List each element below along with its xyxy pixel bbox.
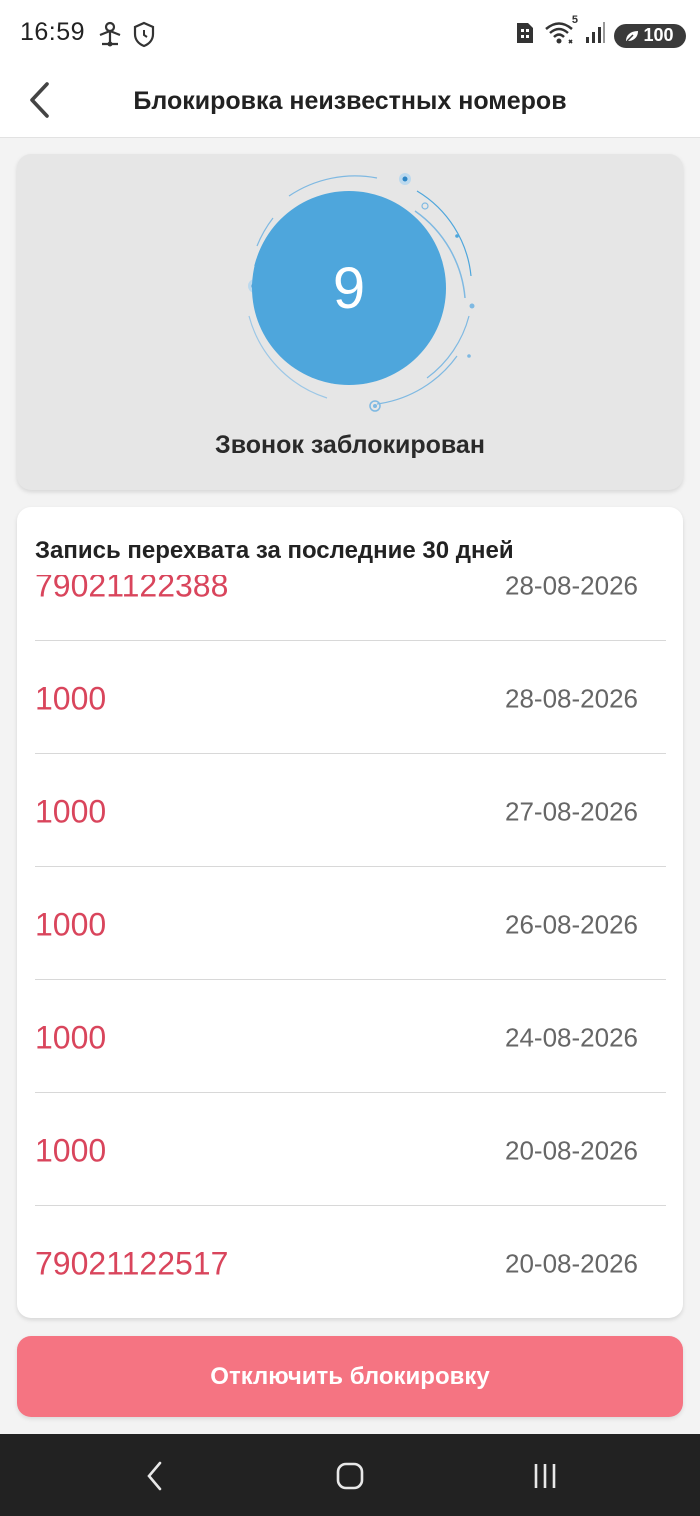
blocked-date: 24-08-2026 [505, 1022, 638, 1053]
blocked-count: 9 [332, 255, 366, 321]
blocked-number: 79021122517 [35, 1245, 229, 1282]
blocked-number: 1000 [35, 793, 107, 830]
signal-icon [584, 21, 606, 50]
disable-blocking-button[interactable]: Отключить блокировку [17, 1336, 683, 1417]
page-title: Блокировка неизвестных номеров [133, 87, 567, 115]
log-row[interactable]: 1000 26-08-2026 [35, 867, 666, 980]
blocked-number: 1000 [35, 1019, 107, 1056]
blocked-number: 1000 [35, 906, 107, 943]
blocked-date: 28-08-2026 [505, 575, 638, 601]
status-icons-left [96, 20, 156, 53]
blocked-counter-card: 9 Звонок заблокирован [17, 154, 683, 490]
blocked-date: 20-08-2026 [505, 1135, 638, 1166]
wifi-icon: 5 [544, 14, 578, 51]
recents-nav-icon[interactable] [521, 1456, 569, 1496]
sim-icon [514, 20, 536, 51]
shield-icon [132, 20, 156, 53]
log-row[interactable]: 1000 24-08-2026 [35, 980, 666, 1093]
system-nav-bar [0, 1434, 700, 1516]
blocked-number: 79021122388 [35, 575, 229, 604]
status-time: 16:59 [20, 18, 86, 46]
log-row[interactable]: 1000 27-08-2026 [35, 754, 666, 867]
battery-level: 100 [643, 25, 674, 45]
log-row[interactable]: 1000 20-08-2026 [35, 1093, 666, 1206]
log-row[interactable]: 79021122517 20-08-2026 [35, 1206, 666, 1318]
blocked-date: 20-08-2026 [505, 1248, 638, 1279]
network-share-icon [96, 20, 124, 53]
log-row[interactable]: 1000 28-08-2026 [35, 641, 666, 754]
log-row[interactable]: 79021122388 28-08-2026 [35, 575, 666, 641]
log-list[interactable]: 79021122388 28-08-2026 1000 28-08-2026 1… [17, 575, 683, 1318]
blocked-date: 28-08-2026 [505, 683, 638, 714]
home-nav-icon[interactable] [326, 1456, 374, 1496]
blocked-number: 1000 [35, 1132, 107, 1169]
blocked-status-label: Звонок заблокирован [215, 431, 485, 459]
blocked-date: 27-08-2026 [505, 796, 638, 827]
back-nav-icon[interactable] [131, 1456, 179, 1496]
status-bar: 16:59 5 100 [0, 0, 700, 70]
blocked-number: 1000 [35, 680, 107, 717]
status-icons-right: 5 100 [514, 14, 686, 51]
intercept-log-card: Запись перехвата за последние 30 дней 79… [17, 507, 683, 1318]
battery-icon: 100 [614, 23, 686, 48]
app-header: Блокировка неизвестных номеров [0, 70, 700, 138]
wifi-band-label: 5 [571, 14, 578, 26]
blocked-date: 26-08-2026 [505, 909, 638, 940]
log-title: Запись перехвата за последние 30 дней [35, 537, 514, 564]
